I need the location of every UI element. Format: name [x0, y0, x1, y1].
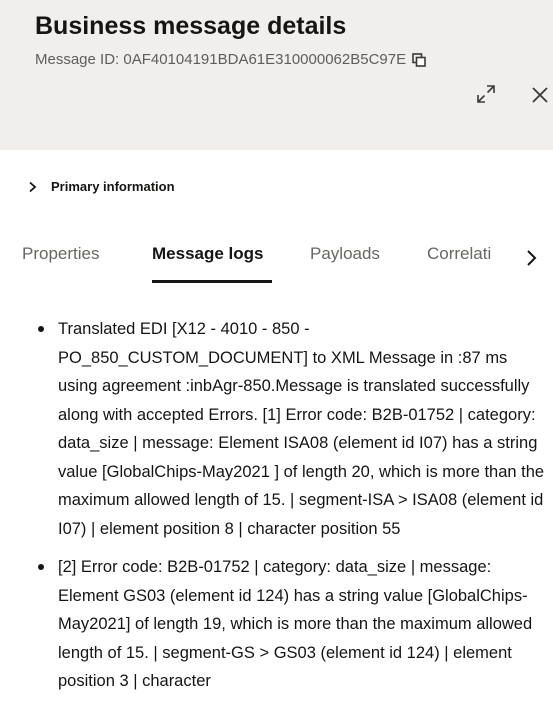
- primary-information-label: Primary information: [51, 179, 175, 194]
- tab-message-logs[interactable]: Message logs: [152, 244, 264, 264]
- list-item: Translated EDI [X12 - 4010 - 850 - PO_85…: [36, 315, 546, 543]
- message-id: Message ID: 0AF40104191BDA61E310000062B5…: [35, 51, 407, 68]
- log-text: Translated EDI [X12 - 4010 - 850 - PO_85…: [58, 320, 545, 538]
- message-logs-panel: Translated EDI [X12 - 4010 - 850 - PO_85…: [0, 293, 553, 716]
- bullet-icon: [38, 564, 44, 570]
- tab-scroll-right-icon[interactable]: [520, 247, 542, 269]
- message-log-list: Translated EDI [X12 - 4010 - 850 - PO_85…: [36, 315, 546, 706]
- list-item: [2] Error code: B2B-01752 | category: da…: [36, 553, 546, 696]
- tab-list: Properties Message logs Payloads Correla…: [0, 225, 510, 293]
- message-id-row: Message ID: 0AF40104191BDA61E310000062B5…: [35, 51, 426, 68]
- bullet-icon: [38, 326, 44, 332]
- tab-bar: Properties Message logs Payloads Correla…: [0, 225, 553, 293]
- chevron-right-icon: [29, 181, 37, 192]
- log-text: [2] Error code: B2B-01752 | category: da…: [58, 558, 533, 690]
- drawer-header: Business message details Message ID: 0AF…: [0, 0, 553, 150]
- tab-properties[interactable]: Properties: [22, 244, 99, 264]
- primary-information-section: Primary information: [0, 150, 553, 225]
- active-tab-indicator: [152, 280, 272, 283]
- copy-icon[interactable]: [412, 52, 426, 67]
- tab-correlation[interactable]: Correlati: [427, 244, 491, 264]
- expand-icon[interactable]: [476, 84, 496, 104]
- page-title: Business message details: [35, 12, 347, 40]
- tab-payloads[interactable]: Payloads: [310, 244, 380, 264]
- close-icon[interactable]: [531, 86, 549, 104]
- primary-information-toggle[interactable]: Primary information: [27, 179, 175, 194]
